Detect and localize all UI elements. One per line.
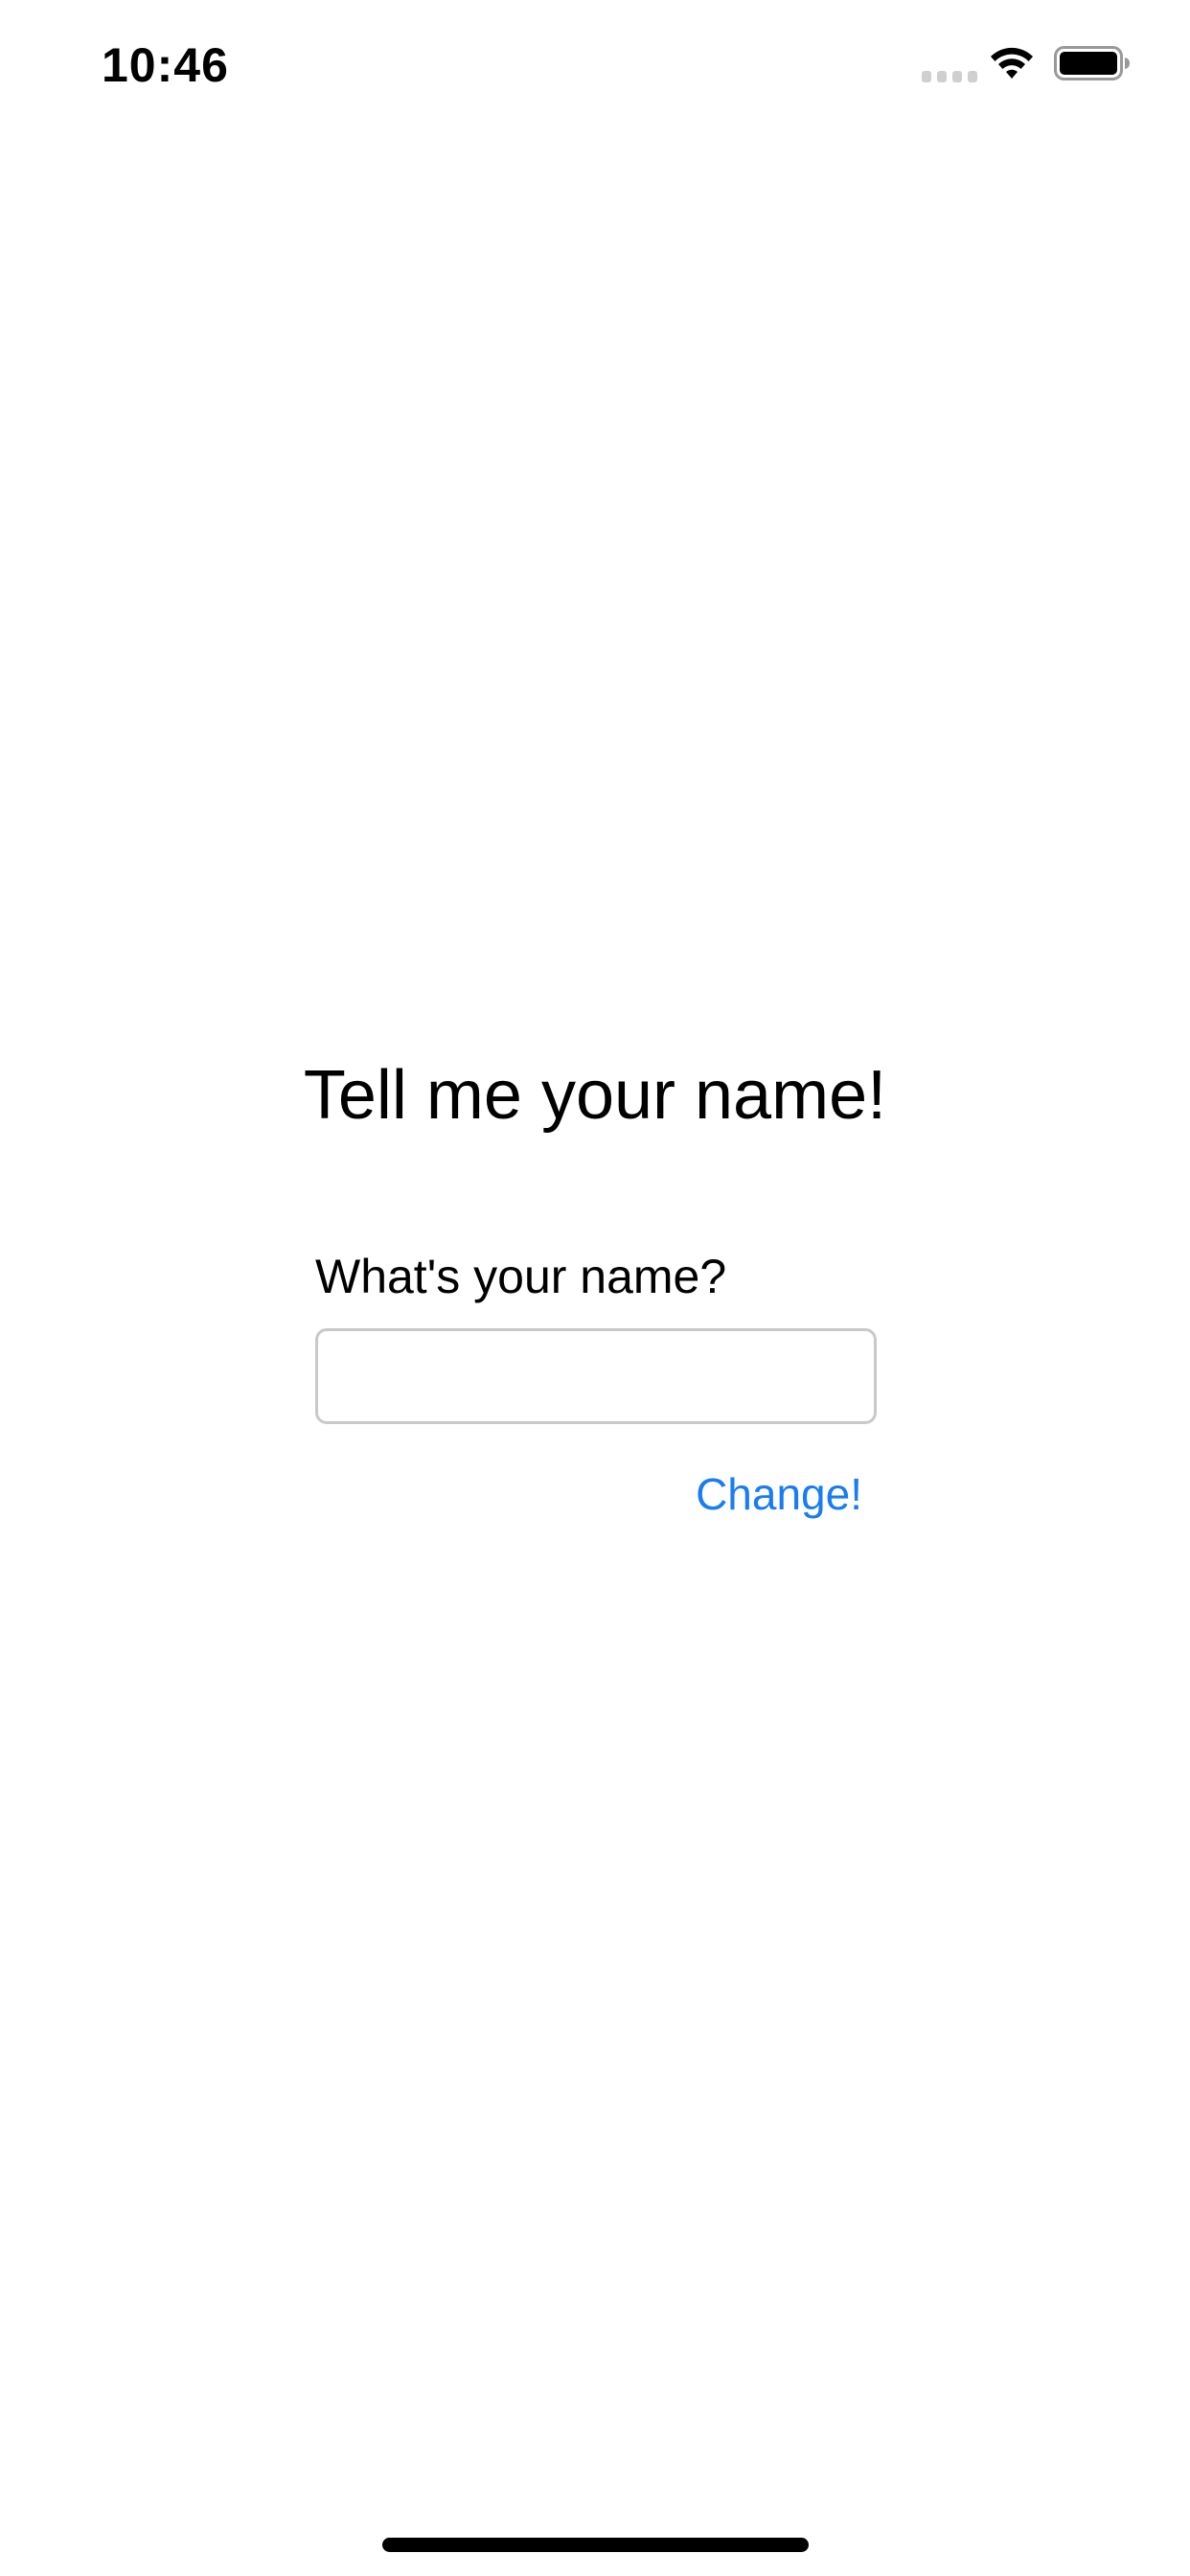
page-title: Tell me your name! — [303, 1057, 887, 1134]
name-label: What's your name? — [315, 1250, 727, 1303]
home-indicator[interactable] — [382, 2538, 809, 2552]
battery-icon — [1054, 46, 1130, 80]
status-time: 10:46 — [102, 38, 229, 92]
cellular-signal-icon — [922, 71, 977, 82]
name-input[interactable] — [315, 1328, 877, 1424]
change-button[interactable]: Change! — [671, 1462, 862, 1526]
wifi-icon — [991, 47, 1033, 79]
status-bar: 10:46 — [0, 0, 1190, 126]
